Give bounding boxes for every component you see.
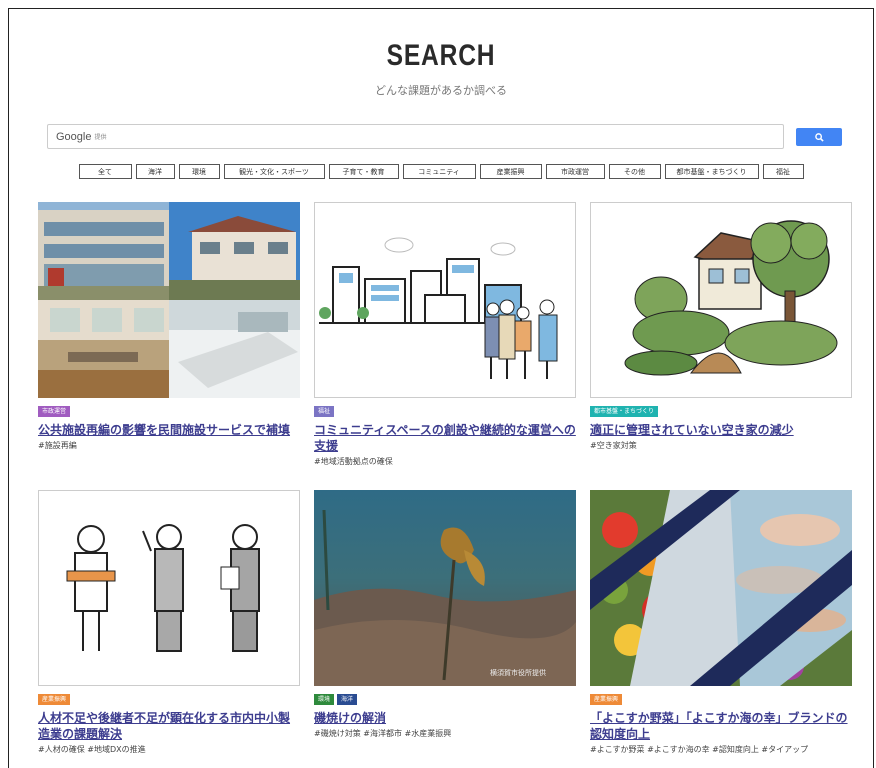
card-title-link[interactable]: 人材不足や後継者不足が顕在化する市内中小製造業の課題解決 — [38, 710, 300, 742]
issue-card[interactable]: 都市基盤・まちづくり 適正に管理されていない空き家の減少 #空き家対策 — [590, 202, 852, 451]
card-hashtags: #地域活動拠点の確保 — [314, 457, 393, 466]
search-button[interactable] — [796, 128, 842, 146]
vegetables-fish-photo[interactable] — [590, 490, 852, 686]
card-hashtags: #空き家対策 — [590, 441, 637, 450]
building-photo[interactable] — [38, 202, 300, 398]
page-frame: SEARCH どんな課題があるか調べる Google 提供 全て 海洋 環境 観… — [8, 8, 874, 768]
category-tag[interactable]: 環境 — [314, 694, 335, 705]
issue-card[interactable]: 横須賀市役所提供 環境 海洋 磯焼けの解消 #磯焼け対策 #海洋都市 #水産業振… — [314, 490, 576, 739]
category-other[interactable]: その他 — [608, 164, 661, 179]
card-title-link[interactable]: 適正に管理されていない空き家の減少 — [590, 422, 852, 438]
category-city-admin[interactable]: 市政運営 — [545, 164, 605, 179]
card-hashtags: #磯焼け対策 #海洋都市 #水産業振興 — [314, 729, 452, 738]
overgrown-house-illustration[interactable] — [590, 202, 852, 398]
issue-card[interactable]: 産業振興 「よこすか野菜」「よこすか海の幸」ブランドの認知度向上 #よこすか野菜… — [590, 490, 852, 755]
category-all[interactable]: 全て — [78, 164, 132, 179]
brand-suffix-label: 提供 — [94, 134, 107, 141]
category-ocean[interactable]: 海洋 — [135, 164, 175, 179]
category-filter-bar: 全て 海洋 環境 観光・文化・スポーツ 子育て・教育 コミュニティ 産業振興 市… — [9, 164, 873, 179]
photo-credit: 横須賀市役所提供 — [490, 669, 546, 677]
google-brand-label: Google — [56, 130, 92, 143]
category-tag[interactable]: 都市基盤・まちづくり — [590, 406, 659, 417]
issue-card[interactable]: 産業振興 人材不足や後継者不足が顕在化する市内中小製造業の課題解決 #人材の確保… — [38, 490, 300, 755]
category-urban[interactable]: 都市基盤・まちづくり — [664, 164, 759, 179]
category-tag[interactable]: 海洋 — [337, 694, 358, 705]
category-tag[interactable]: 産業振興 — [590, 694, 623, 705]
card-title-link[interactable]: 公共施設再編の影響を民間施設サービスで補填 — [38, 422, 300, 438]
issue-card[interactable]: 市政運営 公共施設再編の影響を民間施設サービスで補填 #施設再編 — [38, 202, 300, 451]
card-title-link[interactable]: コミュニティスペースの創設や継続的な運営への支援 — [314, 422, 576, 454]
card-title-link[interactable]: 磯焼けの解消 — [314, 710, 576, 726]
page-title: SEARCH — [386, 39, 496, 72]
underwater-photo[interactable]: 横須賀市役所提供 — [314, 490, 576, 686]
category-environment[interactable]: 環境 — [178, 164, 220, 179]
search-field[interactable]: Google 提供 — [47, 124, 784, 149]
city-people-illustration[interactable] — [314, 202, 576, 398]
workers-illustration[interactable] — [38, 490, 300, 686]
card-hashtags: #施設再編 — [38, 441, 77, 450]
category-tag[interactable]: 市政運営 — [38, 406, 71, 417]
category-industry[interactable]: 産業振興 — [479, 164, 542, 179]
category-tourism[interactable]: 観光・文化・スポーツ — [223, 164, 325, 179]
issue-card[interactable]: 福祉 コミュニティスペースの創設や継続的な運営への支援 #地域活動拠点の確保 — [314, 202, 576, 467]
category-childcare[interactable]: 子育て・教育 — [328, 164, 399, 179]
category-tag[interactable]: 産業振興 — [38, 694, 71, 705]
card-hashtags: #よこすか野菜 #よこすか海の幸 #認知度向上 #タイアップ — [590, 745, 809, 754]
card-title-link[interactable]: 「よこすか野菜」「よこすか海の幸」ブランドの認知度向上 — [590, 710, 852, 742]
page-subtitle: どんな課題があるか調べる — [375, 84, 507, 97]
search-icon — [814, 132, 824, 142]
category-community[interactable]: コミュニティ — [402, 164, 476, 179]
category-tag[interactable]: 福祉 — [314, 406, 335, 417]
search-input[interactable] — [106, 125, 783, 148]
card-hashtags: #人材の確保 #地域DXの推進 — [38, 745, 146, 754]
category-welfare[interactable]: 福祉 — [762, 164, 804, 179]
